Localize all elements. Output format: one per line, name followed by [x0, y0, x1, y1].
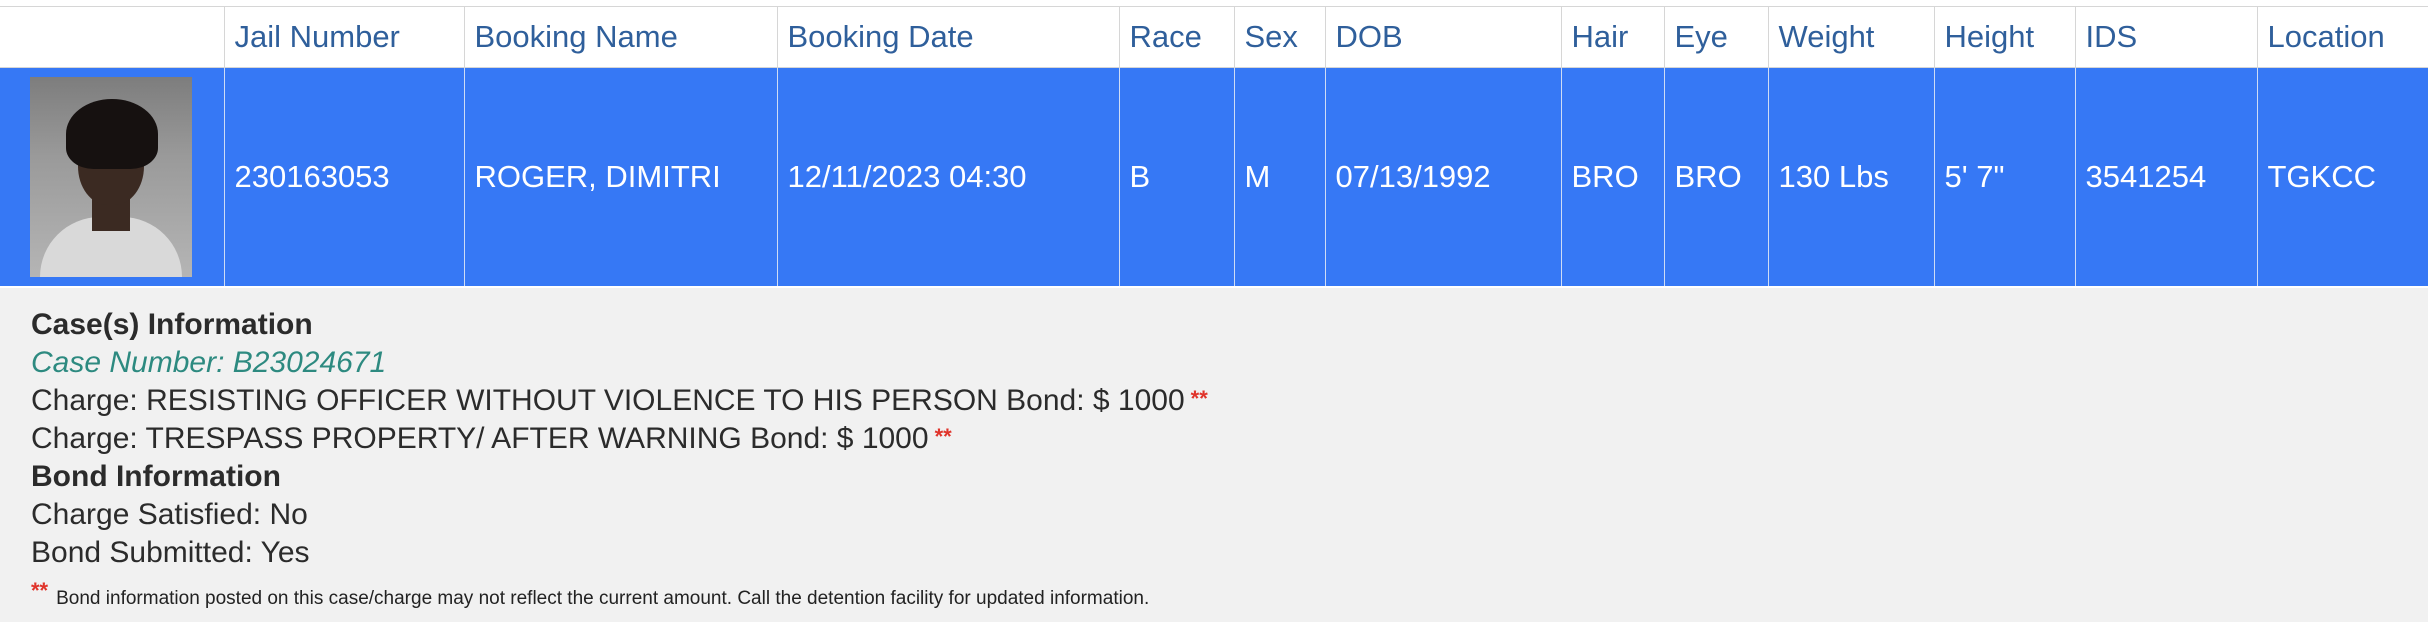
cell-jail-number: 230163053: [223, 67, 464, 286]
cell-booking-date: 12/11/2023 04:30: [776, 67, 1119, 286]
header-booking-date[interactable]: Booking Date: [776, 6, 1119, 68]
charge-satisfied: Charge Satisfied: No: [31, 498, 308, 531]
header-dob[interactable]: DOB: [1324, 6, 1561, 68]
cell-race: B: [1118, 67, 1234, 286]
charge-line: Charge: RESISTING OFFICER WITHOUT VIOLEN…: [31, 384, 1208, 418]
header-eye[interactable]: Eye: [1663, 6, 1768, 68]
bond-note-marker: **: [1190, 386, 1208, 411]
booking-table: Jail Number Booking Name Booking Date Ra…: [0, 6, 2428, 286]
bond-note-marker: **: [934, 424, 952, 449]
cell-location: TGKCC: [2256, 67, 2428, 286]
charge-line: Charge: TRESPASS PROPERTY/ AFTER WARNING…: [31, 422, 952, 456]
header-race[interactable]: Race: [1118, 6, 1234, 68]
cases-heading: Case(s) Information: [31, 308, 313, 341]
charge-text: Charge: RESISTING OFFICER WITHOUT VIOLEN…: [31, 384, 1185, 417]
header-booking-name[interactable]: Booking Name: [463, 6, 777, 68]
cell-ids: 3541254: [2074, 67, 2257, 286]
cell-booking-name: ROGER, DIMITRI: [463, 67, 777, 286]
header-photo: [0, 6, 224, 68]
bond-submitted: Bond Submitted: Yes: [31, 536, 310, 569]
cell-sex: M: [1233, 67, 1325, 286]
case-number: Case Number: B23024671: [31, 346, 387, 379]
cell-dob: 07/13/1992: [1324, 67, 1561, 286]
footnote-marker: **: [31, 578, 49, 603]
photo-cell: [0, 67, 224, 286]
header-jail-number[interactable]: Jail Number: [223, 6, 464, 68]
cell-hair: BRO: [1560, 67, 1664, 286]
table-header-row: Jail Number Booking Name Booking Date Ra…: [0, 6, 2428, 68]
header-height[interactable]: Height: [1933, 6, 2075, 68]
cell-height: 5' 7": [1933, 67, 2075, 286]
bond-heading: Bond Information: [31, 460, 281, 493]
footnote-text: Bond information posted on this case/cha…: [56, 588, 1150, 609]
charge-text: Charge: TRESPASS PROPERTY/ AFTER WARNING…: [31, 422, 929, 455]
table-row[interactable]: 230163053 ROGER, DIMITRI 12/11/2023 04:3…: [0, 67, 2428, 286]
booking-page: Jail Number Booking Name Booking Date Ra…: [0, 0, 2428, 622]
case-details-panel: Case(s) Information Case Number: B230246…: [0, 288, 2428, 622]
header-ids[interactable]: IDS: [2074, 6, 2257, 68]
header-sex[interactable]: Sex: [1233, 6, 1325, 68]
header-weight[interactable]: Weight: [1767, 6, 1934, 68]
cell-weight: 130 Lbs: [1767, 67, 1934, 286]
booking-photo[interactable]: [30, 77, 192, 277]
header-location[interactable]: Location: [2256, 6, 2428, 68]
header-hair[interactable]: Hair: [1560, 6, 1664, 68]
cell-eye: BRO: [1663, 67, 1768, 286]
bond-footnote: ** Bond information posted on this case/c…: [31, 578, 1149, 610]
